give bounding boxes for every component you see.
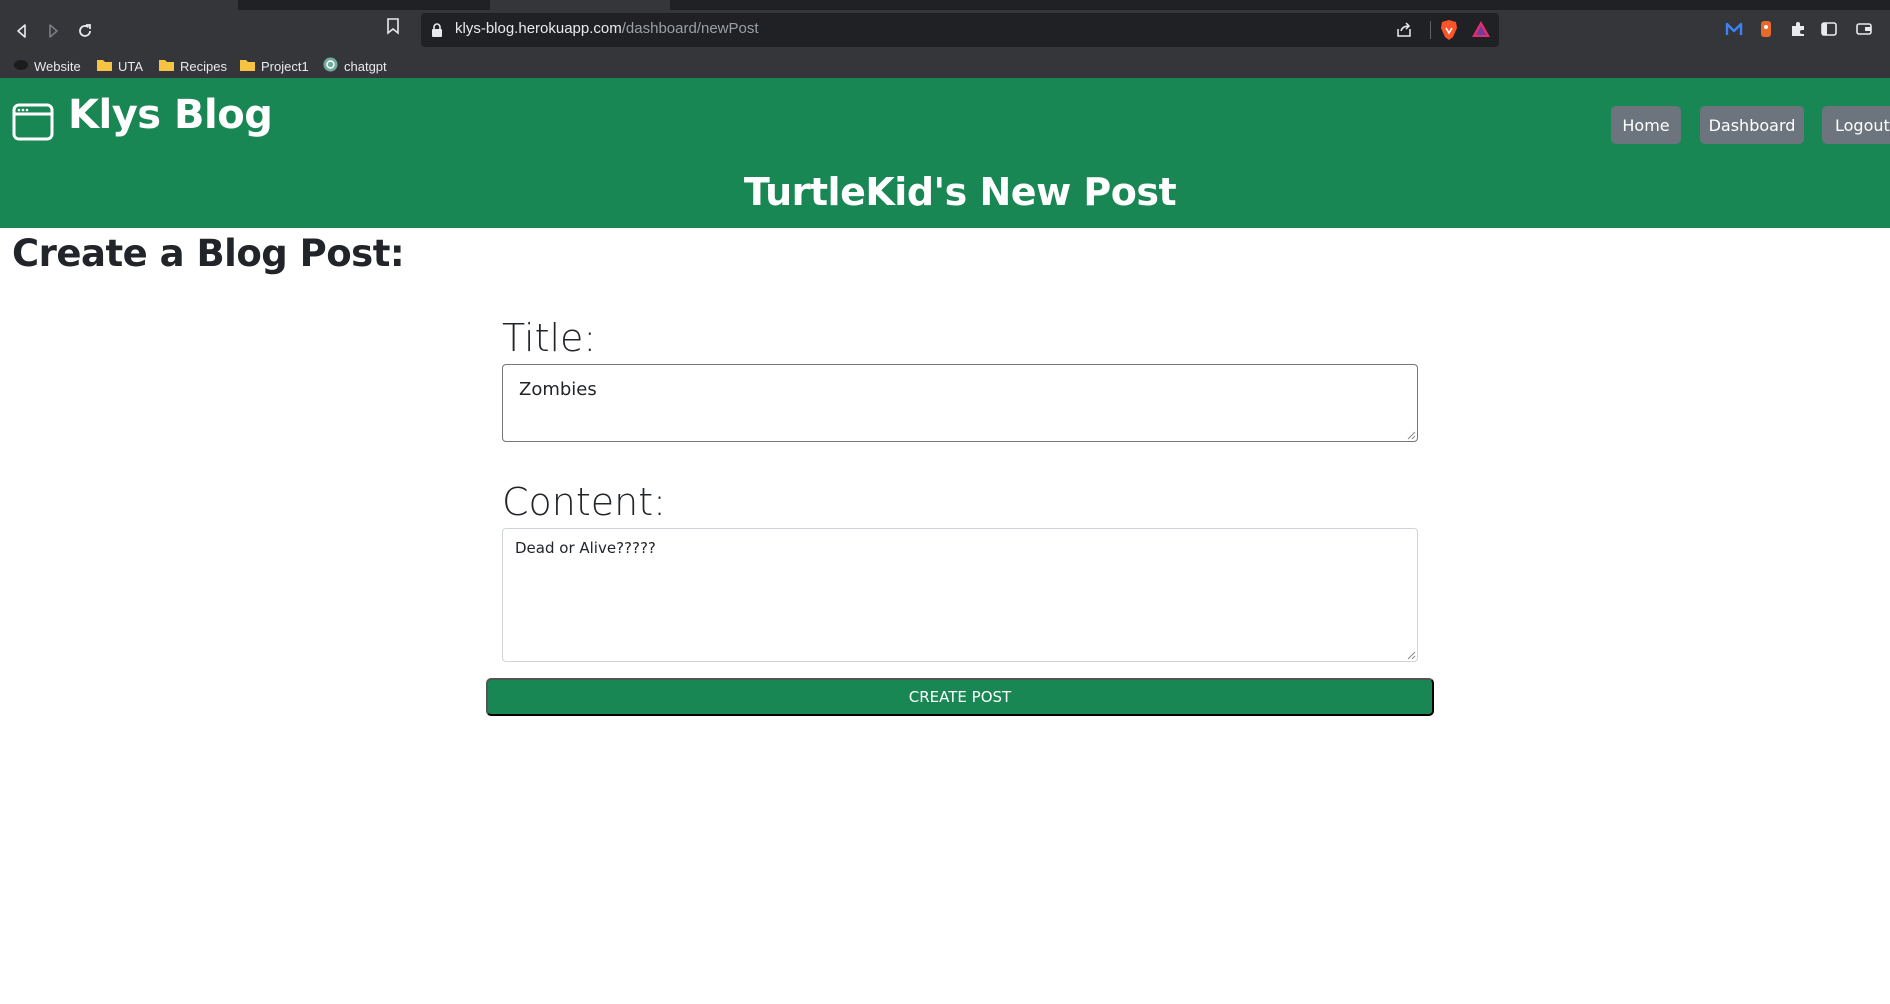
content-textarea[interactable]: Dead or Alive????? [502, 528, 1418, 662]
folder-icon [97, 59, 112, 74]
folder-icon [159, 59, 174, 74]
extension-m-icon[interactable] [1722, 17, 1746, 41]
browser-window-icon [12, 103, 54, 145]
brave-rewards-icon[interactable] [1471, 20, 1491, 42]
nav-logout-button[interactable]: Logout [1822, 106, 1890, 144]
resize-handle-icon[interactable] [1406, 430, 1416, 440]
url-host: klys-blog.herokuapp.com [455, 20, 622, 37]
resize-handle-icon[interactable] [1406, 650, 1416, 660]
tab-strip [0, 0, 1890, 10]
lock-icon [431, 22, 443, 41]
bookmark-project1[interactable]: Project1 [240, 56, 309, 76]
create-post-button[interactable]: Create Post [486, 678, 1434, 716]
extension-metamask-icon[interactable] [1754, 17, 1778, 41]
forward-icon[interactable] [38, 16, 68, 46]
form-heading: Create a Blog Post: [12, 232, 405, 275]
bookmark-website[interactable]: Website [14, 56, 81, 76]
url-text: klys-blog.herokuapp.com/dashboard/newPos… [455, 20, 759, 37]
sidebar-icon[interactable] [1817, 17, 1841, 41]
back-icon[interactable] [7, 16, 37, 46]
nav-dashboard-button[interactable]: Dashboard [1700, 106, 1804, 144]
wallet-icon[interactable] [1852, 17, 1876, 41]
extensions-puzzle-icon[interactable] [1786, 17, 1810, 41]
nav-home-button[interactable]: Home [1611, 106, 1681, 144]
bookmark-label: Recipes [180, 58, 227, 74]
bookmark-label: Project1 [261, 58, 309, 74]
folder-icon [240, 59, 255, 74]
content-textarea-value: Dead or Alive????? [515, 539, 656, 557]
bookmark-chatgpt[interactable]: chatgpt [323, 56, 387, 76]
browser-tab[interactable] [490, 0, 670, 10]
title-label: Title: [502, 316, 597, 360]
address-bar[interactable]: klys-blog.herokuapp.com/dashboard/newPos… [421, 13, 1499, 47]
reload-icon[interactable] [70, 16, 100, 46]
bookmark-label: UTA [118, 58, 144, 74]
site-header: Klys Blog Home Dashboard Logout TurtleKi… [0, 78, 1890, 228]
share-icon[interactable] [1395, 21, 1413, 43]
bookmark-label: Website [34, 58, 81, 74]
bookmark-recipes[interactable]: Recipes [159, 56, 227, 76]
bookmark-label: chatgpt [344, 58, 387, 74]
page-title: TurtleKid's New Post [743, 170, 1177, 214]
brand-name[interactable]: Klys Blog [68, 92, 273, 138]
title-input-value: Zombies [519, 379, 597, 400]
title-input[interactable]: Zombies [502, 364, 1418, 442]
site-icon [14, 58, 28, 75]
bookmarks-bar: Website UTA Recipes Project1 chatgpt [0, 55, 1890, 78]
content-label: Content: [502, 480, 666, 524]
browser-tab[interactable] [0, 0, 238, 10]
url-path: /dashboard/newPost [621, 20, 759, 37]
browser-toolbar: klys-blog.herokuapp.com/dashboard/newPos… [0, 10, 1890, 55]
bookmark-page-icon[interactable] [386, 17, 400, 39]
chatgpt-icon [323, 57, 338, 75]
bookmark-uta[interactable]: UTA [97, 56, 143, 76]
brave-shields-icon[interactable] [1439, 19, 1459, 45]
omnibox-divider [1430, 21, 1431, 39]
